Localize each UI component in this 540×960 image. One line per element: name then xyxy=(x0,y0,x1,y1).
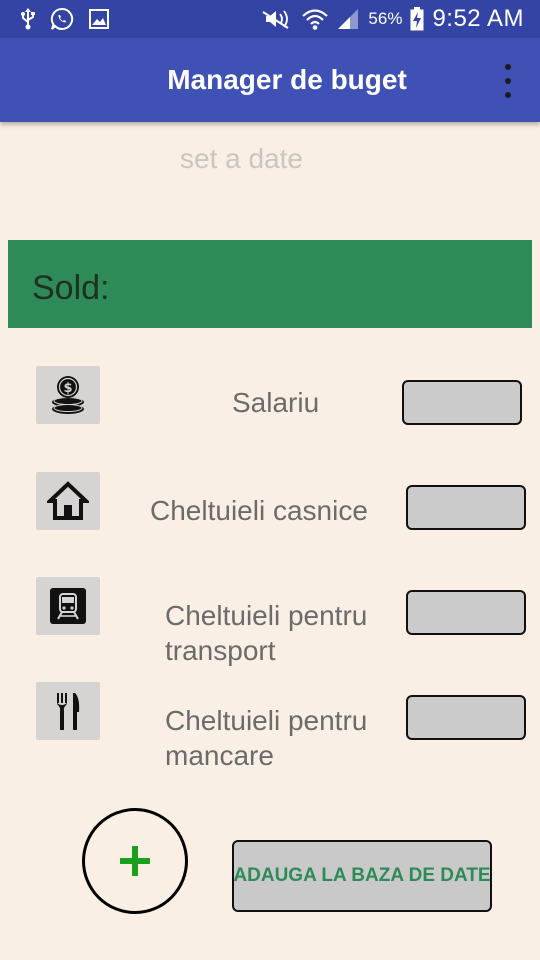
food-label-line2: mancare xyxy=(165,740,274,771)
signal-icon xyxy=(336,7,360,31)
wifi-icon xyxy=(302,7,329,31)
battery-charging-icon xyxy=(410,7,424,31)
whatsapp-icon xyxy=(50,7,74,31)
household-expenses-label: Cheltuieli casnice xyxy=(150,495,368,526)
coins-icon[interactable]: $ xyxy=(36,366,100,424)
balance-bar: Sold: xyxy=(8,240,532,328)
food-expenses-input[interactable] xyxy=(406,695,526,740)
mute-icon xyxy=(260,7,294,31)
svg-text:$: $ xyxy=(63,381,72,396)
status-bar-system: 56% 9:52 AM xyxy=(260,5,524,33)
food-expenses-label: Cheltuieli pentru mancare xyxy=(165,703,367,773)
train-icon[interactable] xyxy=(36,577,100,635)
transport-expenses-label: Cheltuieli pentru transport xyxy=(165,598,367,668)
home-icon[interactable] xyxy=(36,472,100,530)
add-to-database-button[interactable]: ADAUGA LA BAZA DE DATE xyxy=(232,840,492,912)
household-expenses-input[interactable] xyxy=(406,485,526,530)
overflow-menu-icon[interactable] xyxy=(498,64,518,98)
battery-percent: 56% xyxy=(368,9,403,28)
date-field[interactable]: set a date xyxy=(180,143,380,179)
app-title: Manager de buget xyxy=(167,64,407,95)
balance-label: Sold: xyxy=(32,269,110,307)
transport-label-line1: Cheltuieli pentru xyxy=(165,600,368,631)
app-toolbar: Manager de buget xyxy=(0,38,540,122)
usb-icon xyxy=(20,8,36,30)
add-button[interactable] xyxy=(82,808,188,914)
salary-input[interactable] xyxy=(402,380,522,425)
status-bar: 56% 9:52 AM xyxy=(0,0,540,38)
transport-label-line2: transport xyxy=(165,635,276,666)
salary-label: Salariu xyxy=(232,387,320,418)
food-label-line1: Cheltuieli pentru xyxy=(165,705,368,736)
clock: 9:52 AM xyxy=(432,5,524,32)
gallery-icon xyxy=(88,8,110,30)
cutlery-icon[interactable] xyxy=(36,682,100,740)
plus-icon xyxy=(120,846,150,876)
transport-expenses-input[interactable] xyxy=(406,590,526,635)
status-bar-notifications xyxy=(20,7,110,31)
